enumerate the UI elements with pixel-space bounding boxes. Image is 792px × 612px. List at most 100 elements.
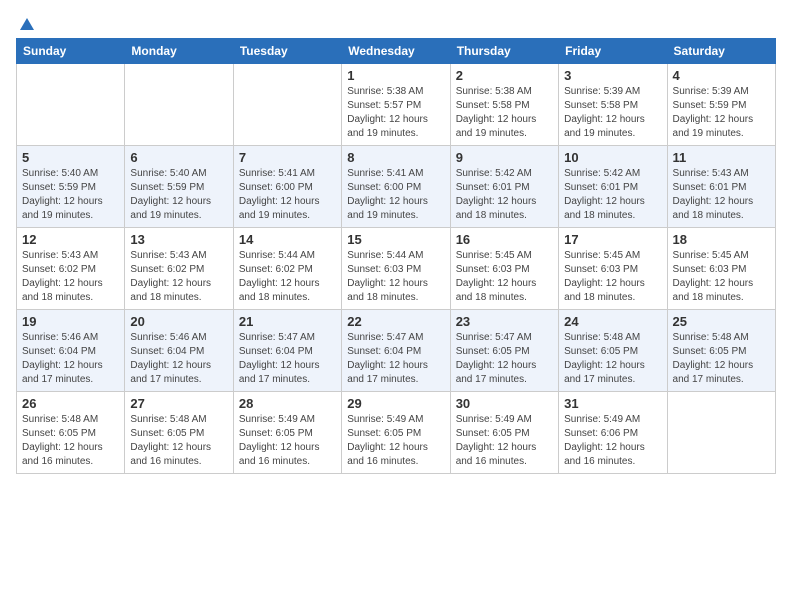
calendar-cell: 1Sunrise: 5:38 AM Sunset: 5:57 PM Daylig… [342, 64, 450, 146]
calendar-cell: 2 Sunrise: 5:38 AM Sunset: 5:58 PM Daylig… [450, 64, 558, 146]
day-info: Sunrise: 5:46 AM Sunset: 6:04 PM Dayligh… [22, 331, 119, 387]
calendar-header-tuesday: Tuesday [233, 39, 341, 64]
day-info: Sunrise: 5:39 AM Sunset: 5:59 PM Dayligh… [673, 85, 770, 141]
calendar-cell: 4 Sunrise: 5:39 AM Sunset: 5:59 PM Daylig… [667, 64, 775, 146]
calendar-week-row: 26 Sunrise: 5:48 AM Sunset: 6:05 PM Dayli… [17, 392, 776, 474]
day-number: 29 [347, 396, 444, 411]
day-info: Sunrise: 5:45 AM Sunset: 6:03 PM Dayligh… [564, 249, 661, 305]
day-info: Sunrise: 5:42 AM Sunset: 6:01 PM Dayligh… [564, 167, 661, 223]
calendar-cell: 31 Sunrise: 5:49 AM Sunset: 6:06 PM Dayli… [559, 392, 667, 474]
day-number: 3 [564, 68, 661, 83]
day-number: 18 [673, 232, 770, 247]
day-number: 8 [347, 150, 444, 165]
day-number: 11 [673, 150, 770, 165]
day-number: 20 [130, 314, 227, 329]
day-info: Sunrise: 5:41 AM Sunset: 6:00 PM Dayligh… [347, 167, 444, 223]
day-number: 9 [456, 150, 553, 165]
day-number: 5 [22, 150, 119, 165]
day-info: Sunrise: 5:48 AM Sunset: 6:05 PM Dayligh… [564, 331, 661, 387]
calendar-header-row: SundayMondayTuesdayWednesdayThursdayFrid… [17, 39, 776, 64]
day-info: Sunrise: 5:49 AM Sunset: 6:05 PM Dayligh… [239, 413, 336, 469]
day-number: 23 [456, 314, 553, 329]
calendar-header-wednesday: Wednesday [342, 39, 450, 64]
calendar-cell: 6 Sunrise: 5:40 AM Sunset: 5:59 PM Daylig… [125, 146, 233, 228]
day-info: Sunrise: 5:47 AM Sunset: 6:04 PM Dayligh… [239, 331, 336, 387]
day-number: 6 [130, 150, 227, 165]
day-number: 26 [22, 396, 119, 411]
day-number: 31 [564, 396, 661, 411]
calendar-week-row: 5 Sunrise: 5:40 AM Sunset: 5:59 PM Daylig… [17, 146, 776, 228]
page-header [16, 16, 776, 30]
day-number: 25 [673, 314, 770, 329]
logo-icon [18, 16, 36, 34]
day-number: 12 [22, 232, 119, 247]
calendar-cell: 28 Sunrise: 5:49 AM Sunset: 6:05 PM Dayli… [233, 392, 341, 474]
calendar-cell: 3 Sunrise: 5:39 AM Sunset: 5:58 PM Daylig… [559, 64, 667, 146]
day-number: 16 [456, 232, 553, 247]
calendar-cell: 8 Sunrise: 5:41 AM Sunset: 6:00 PM Daylig… [342, 146, 450, 228]
calendar-header-sunday: Sunday [17, 39, 125, 64]
day-number: 2 [456, 68, 553, 83]
calendar-cell: 12 Sunrise: 5:43 AM Sunset: 6:02 PM Dayli… [17, 228, 125, 310]
calendar-header-saturday: Saturday [667, 39, 775, 64]
calendar-cell: 13Sunrise: 5:43 AM Sunset: 6:02 PM Dayli… [125, 228, 233, 310]
calendar-cell: 30 Sunrise: 5:49 AM Sunset: 6:05 PM Dayli… [450, 392, 558, 474]
calendar-week-row: 1Sunrise: 5:38 AM Sunset: 5:57 PM Daylig… [17, 64, 776, 146]
day-number: 7 [239, 150, 336, 165]
day-info: Sunrise: 5:43 AM Sunset: 6:02 PM Dayligh… [22, 249, 119, 305]
day-number: 30 [456, 396, 553, 411]
day-info: Sunrise: 5:49 AM Sunset: 6:05 PM Dayligh… [456, 413, 553, 469]
calendar-cell: 27Sunrise: 5:48 AM Sunset: 6:05 PM Dayli… [125, 392, 233, 474]
calendar-cell: 9 Sunrise: 5:42 AM Sunset: 6:01 PM Daylig… [450, 146, 558, 228]
calendar-cell: 15Sunrise: 5:44 AM Sunset: 6:03 PM Dayli… [342, 228, 450, 310]
day-info: Sunrise: 5:49 AM Sunset: 6:06 PM Dayligh… [564, 413, 661, 469]
day-info: Sunrise: 5:49 AM Sunset: 6:05 PM Dayligh… [347, 413, 444, 469]
calendar-cell [233, 64, 341, 146]
calendar-cell: 26 Sunrise: 5:48 AM Sunset: 6:05 PM Dayli… [17, 392, 125, 474]
day-info: Sunrise: 5:40 AM Sunset: 5:59 PM Dayligh… [130, 167, 227, 223]
day-number: 24 [564, 314, 661, 329]
calendar-week-row: 12 Sunrise: 5:43 AM Sunset: 6:02 PM Dayli… [17, 228, 776, 310]
day-info: Sunrise: 5:42 AM Sunset: 6:01 PM Dayligh… [456, 167, 553, 223]
calendar-cell: 10 Sunrise: 5:42 AM Sunset: 6:01 PM Dayli… [559, 146, 667, 228]
calendar-cell: 14 Sunrise: 5:44 AM Sunset: 6:02 PM Dayli… [233, 228, 341, 310]
day-number: 17 [564, 232, 661, 247]
calendar-cell: 11Sunrise: 5:43 AM Sunset: 6:01 PM Dayli… [667, 146, 775, 228]
day-info: Sunrise: 5:40 AM Sunset: 5:59 PM Dayligh… [22, 167, 119, 223]
calendar-cell [667, 392, 775, 474]
day-info: Sunrise: 5:41 AM Sunset: 6:00 PM Dayligh… [239, 167, 336, 223]
calendar-cell: 5 Sunrise: 5:40 AM Sunset: 5:59 PM Daylig… [17, 146, 125, 228]
day-info: Sunrise: 5:38 AM Sunset: 5:58 PM Dayligh… [456, 85, 553, 141]
day-info: Sunrise: 5:46 AM Sunset: 6:04 PM Dayligh… [130, 331, 227, 387]
day-info: Sunrise: 5:48 AM Sunset: 6:05 PM Dayligh… [130, 413, 227, 469]
day-info: Sunrise: 5:44 AM Sunset: 6:02 PM Dayligh… [239, 249, 336, 305]
calendar-cell: 29 Sunrise: 5:49 AM Sunset: 6:05 PM Dayli… [342, 392, 450, 474]
day-number: 28 [239, 396, 336, 411]
day-number: 22 [347, 314, 444, 329]
calendar-cell: 19 Sunrise: 5:46 AM Sunset: 6:04 PM Dayli… [17, 310, 125, 392]
day-info: Sunrise: 5:48 AM Sunset: 6:05 PM Dayligh… [673, 331, 770, 387]
day-info: Sunrise: 5:39 AM Sunset: 5:58 PM Dayligh… [564, 85, 661, 141]
calendar-cell [125, 64, 233, 146]
day-number: 21 [239, 314, 336, 329]
calendar-cell: 23 Sunrise: 5:47 AM Sunset: 6:05 PM Dayli… [450, 310, 558, 392]
day-info: Sunrise: 5:44 AM Sunset: 6:03 PM Dayligh… [347, 249, 444, 305]
calendar-cell: 25 Sunrise: 5:48 AM Sunset: 6:05 PM Dayli… [667, 310, 775, 392]
calendar-cell: 7 Sunrise: 5:41 AM Sunset: 6:00 PM Daylig… [233, 146, 341, 228]
calendar-cell: 24 Sunrise: 5:48 AM Sunset: 6:05 PM Dayli… [559, 310, 667, 392]
day-info: Sunrise: 5:47 AM Sunset: 6:04 PM Dayligh… [347, 331, 444, 387]
calendar-cell: 22 Sunrise: 5:47 AM Sunset: 6:04 PM Dayli… [342, 310, 450, 392]
day-info: Sunrise: 5:48 AM Sunset: 6:05 PM Dayligh… [22, 413, 119, 469]
day-number: 14 [239, 232, 336, 247]
calendar-cell: 21 Sunrise: 5:47 AM Sunset: 6:04 PM Dayli… [233, 310, 341, 392]
day-info: Sunrise: 5:47 AM Sunset: 6:05 PM Dayligh… [456, 331, 553, 387]
calendar-cell: 16Sunrise: 5:45 AM Sunset: 6:03 PM Dayli… [450, 228, 558, 310]
calendar-header-thursday: Thursday [450, 39, 558, 64]
calendar-week-row: 19 Sunrise: 5:46 AM Sunset: 6:04 PM Dayli… [17, 310, 776, 392]
calendar-table: SundayMondayTuesdayWednesdayThursdayFrid… [16, 38, 776, 474]
day-info: Sunrise: 5:43 AM Sunset: 6:02 PM Dayligh… [130, 249, 227, 305]
day-number: 10 [564, 150, 661, 165]
day-number: 4 [673, 68, 770, 83]
day-number: 19 [22, 314, 119, 329]
logo [16, 16, 36, 30]
